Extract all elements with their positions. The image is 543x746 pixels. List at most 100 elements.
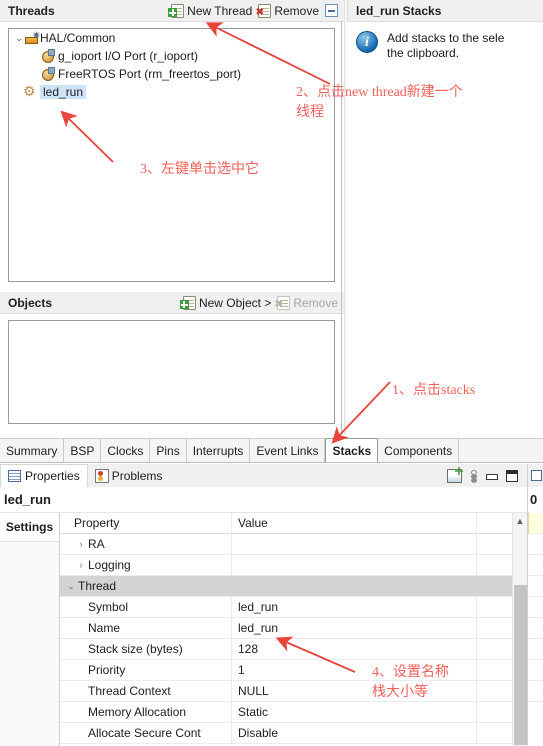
tab-interrupts[interactable]: Interrupts	[186, 439, 251, 463]
properties-toolbar	[447, 469, 527, 483]
tree-item-hal-common[interactable]: ⌄ HAL/Common	[9, 29, 334, 47]
maximize-icon[interactable]	[506, 469, 518, 482]
plug-icon	[41, 67, 55, 81]
stacks-info-line2: the clipboard.	[387, 46, 460, 60]
new-view-icon[interactable]	[447, 469, 462, 483]
table-row[interactable]: Name led_run	[60, 617, 527, 639]
properties-table[interactable]: Property Value › RA › Logging ⌄ Thread S…	[60, 513, 527, 746]
properties-scrollbar[interactable]: ▲	[512, 513, 527, 746]
table-row[interactable]: Allocate Secure Cont Disable	[60, 722, 527, 744]
minimize-icon[interactable]	[485, 470, 498, 482]
stacks-panel-title: led_run Stacks	[356, 3, 442, 18]
problems-icon	[94, 469, 109, 483]
tab-pins[interactable]: Pins	[150, 439, 187, 463]
property-value-cell[interactable]: Disable	[232, 722, 477, 744]
property-label: Allocate Secure Cont	[88, 726, 201, 740]
view-menu-icon[interactable]	[470, 469, 477, 482]
tree-item-led-run[interactable]: led_run	[9, 83, 334, 101]
gear-icon	[23, 83, 37, 100]
page-title: led_run	[0, 487, 527, 513]
table-row[interactable]: Stack size (bytes) 128	[60, 638, 527, 660]
table-row-group[interactable]: ⌄ Thread	[60, 576, 527, 597]
property-name-cell: ⌄ Thread	[60, 576, 232, 597]
property-name-cell: › Logging	[60, 554, 232, 576]
property-value-cell[interactable]: led_run	[232, 617, 477, 639]
properties-icon	[8, 470, 21, 482]
tab-properties-label: Properties	[25, 469, 80, 483]
property-value-cell[interactable]: 1	[232, 659, 477, 681]
new-thread-button[interactable]: New Thread	[168, 3, 253, 18]
new-document-icon	[168, 3, 185, 18]
tab-stacks[interactable]: Stacks	[325, 438, 379, 463]
stacks-info-text: Add stacks to the sele the clipboard.	[387, 31, 504, 61]
plug-icon	[41, 49, 55, 63]
sliver-cell	[528, 681, 543, 702]
side-tab-settings[interactable]: Settings	[0, 513, 59, 541]
chevron-down-icon[interactable]: ⌄	[13, 33, 25, 44]
property-label: Logging	[88, 558, 131, 572]
property-label: RA	[88, 537, 105, 551]
tree-item-label: FreeRTOS Port (rm_freertos_port)	[58, 67, 241, 81]
remove-thread-button[interactable]: ✖ Remove	[256, 3, 319, 18]
property-value-cell	[232, 576, 477, 597]
table-row[interactable]: Memory Allocation Static	[60, 701, 527, 723]
stacks-info-line1: Add stacks to the sele	[387, 31, 505, 45]
tab-event-links[interactable]: Event Links	[250, 439, 326, 463]
hal-icon	[25, 29, 41, 45]
sliver-tab-bar[interactable]	[528, 464, 543, 487]
tree-item-g-ioport[interactable]: g_ioport I/O Port (r_ioport)	[9, 47, 334, 65]
sliver-cell	[528, 597, 543, 618]
property-label: Name	[88, 621, 121, 635]
tab-problems[interactable]: Problems	[88, 464, 170, 487]
properties-side-tabs: Settings	[0, 513, 60, 746]
properties-body: Settings Property Value › RA › Logging ⌄…	[0, 513, 527, 746]
panel-splitter-line	[341, 22, 342, 434]
property-name-cell: Priority	[60, 659, 232, 681]
properties-tab-bar: Properties Problems	[0, 464, 527, 487]
editor-tab-bar: Summary BSP Clocks Pins Interrupts Event…	[0, 438, 543, 463]
tab-properties[interactable]: Properties	[0, 464, 88, 487]
property-value-cell[interactable]: 128	[232, 638, 477, 660]
properties-view: Properties Problems led_run Settings Pro…	[0, 464, 527, 746]
chevron-down-icon[interactable]: ⌄	[64, 581, 78, 592]
property-value-cell[interactable]: led_run	[232, 596, 477, 618]
tree-item-label: led_run	[40, 85, 87, 99]
tree-item-label: g_ioport I/O Port (r_ioport)	[58, 49, 199, 63]
property-label: Thread	[78, 579, 117, 593]
editor-tab-underline	[0, 462, 543, 463]
side-tab-filler	[0, 541, 59, 746]
property-value-cell[interactable]: Static	[232, 701, 477, 723]
sliver-cell	[528, 618, 543, 639]
tab-components[interactable]: Components	[378, 439, 460, 463]
property-value-cell[interactable]	[232, 533, 477, 555]
tree-item-freertos-port[interactable]: FreeRTOS Port (rm_freertos_port)	[9, 65, 334, 83]
property-value-cell[interactable]: NULL	[232, 680, 477, 702]
collapse-all-icon[interactable]	[325, 4, 338, 17]
property-value-cell[interactable]	[232, 554, 477, 576]
sliver-cell	[528, 534, 543, 555]
tab-clocks[interactable]: Clocks	[101, 439, 151, 463]
remove-thread-label: Remove	[274, 3, 319, 18]
objects-list[interactable]	[8, 320, 335, 424]
table-header-row: Property Value	[60, 513, 527, 534]
chevron-right-icon[interactable]: ›	[74, 560, 88, 570]
table-row[interactable]: Priority 1	[60, 659, 527, 681]
column-header-value: Value	[232, 513, 477, 534]
tab-bsp[interactable]: BSP	[64, 439, 102, 463]
table-row[interactable]: Thread Context NULL	[60, 680, 527, 702]
chevron-right-icon[interactable]: ›	[74, 539, 88, 549]
table-row[interactable]: › RA	[60, 533, 527, 555]
objects-panel: Objects New Object > ✖ Remove	[0, 292, 344, 434]
table-row[interactable]: Symbol led_run	[60, 596, 527, 618]
scrollbar-thumb[interactable]	[514, 585, 527, 745]
property-name-cell: Symbol	[60, 596, 232, 618]
objects-panel-title: Objects	[8, 295, 53, 310]
new-thread-label: New Thread	[187, 3, 253, 18]
scroll-up-icon[interactable]: ▲	[513, 513, 527, 529]
threads-tree[interactable]: ⌄ HAL/Common g_ioport I/O Port (r_ioport…	[8, 28, 335, 282]
remove-object-button: ✖ Remove	[275, 295, 338, 310]
new-object-button[interactable]: New Object >	[179, 295, 271, 310]
tab-summary[interactable]: Summary	[0, 439, 65, 463]
table-row[interactable]: › Logging	[60, 554, 527, 576]
remove-document-icon: ✖	[275, 295, 291, 310]
